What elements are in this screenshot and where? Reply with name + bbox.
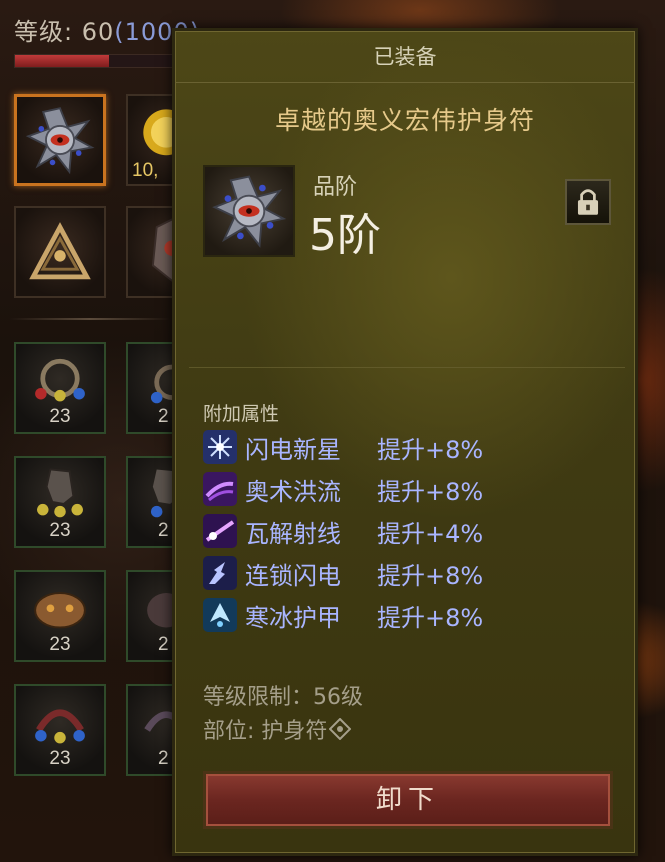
ice-armor-icon bbox=[203, 598, 237, 632]
affix-bonus: 提升+8% bbox=[377, 435, 484, 464]
slot-type-label: 部位: 护身符 bbox=[203, 719, 328, 744]
affix-bonus: 提升+4% bbox=[377, 519, 484, 548]
affix-row: 瓦解射线 提升+4% bbox=[203, 513, 483, 549]
stack-count: 23 bbox=[49, 406, 71, 427]
helm-slot-1[interactable]: 23 bbox=[14, 570, 106, 662]
equipped-header: 已装备 bbox=[175, 31, 635, 83]
affix-row: 闪电新星 提升+8% bbox=[203, 429, 483, 465]
experience-fill bbox=[15, 55, 109, 67]
affix-skill: 寒冰护甲 bbox=[245, 603, 341, 632]
affix-title: 附加属性 bbox=[203, 403, 280, 425]
affix-bonus: 提升+8% bbox=[377, 561, 484, 590]
affix-row: 连锁闪电 提升+8% bbox=[203, 555, 483, 591]
affix-skill: 连锁闪电 bbox=[245, 561, 341, 590]
ring-slot-1[interactable]: 23 bbox=[14, 342, 106, 434]
slot-type: 部位: 护身符 bbox=[203, 713, 352, 746]
unequip-button[interactable]: 卸下 bbox=[203, 771, 613, 829]
item-icon-frame bbox=[203, 165, 295, 257]
lightning-nova-icon bbox=[203, 430, 237, 464]
item-name: 卓越的奥义宏伟护身符 bbox=[274, 106, 535, 135]
lock-button[interactable] bbox=[565, 179, 611, 225]
section-divider bbox=[189, 367, 625, 368]
amulet-icon bbox=[212, 175, 287, 248]
stack-count: 23 bbox=[49, 520, 71, 541]
triangle-rune-icon bbox=[29, 222, 91, 280]
level-requirement: 等级限制：56级 bbox=[203, 685, 363, 710]
affix-skill: 瓦解射线 bbox=[245, 519, 341, 548]
bracer-slot-1[interactable]: 23 bbox=[14, 684, 106, 776]
stack-count: 23 bbox=[49, 634, 71, 655]
inventory-divider bbox=[10, 318, 170, 320]
affix-row: 寒冰护甲 提升+8% bbox=[203, 597, 483, 633]
amulet-icon bbox=[25, 107, 95, 175]
amulet-slot[interactable] bbox=[14, 94, 106, 186]
affix-skill: 奥术洪流 bbox=[245, 477, 341, 506]
affix-row: 奥术洪流 提升+8% bbox=[203, 471, 483, 507]
arcane-torrent-icon bbox=[203, 472, 237, 506]
item-tooltip: 已装备 卓越的奥义宏伟护身符 品阶 5阶 附加属性 闪电新星 提升+8% 奥术洪… bbox=[172, 28, 638, 856]
rune-slot[interactable] bbox=[14, 206, 106, 298]
affix-bonus: 提升+8% bbox=[377, 477, 484, 506]
amulet-slot-icon bbox=[328, 717, 352, 746]
gauntlet-slot-1[interactable]: 23 bbox=[14, 456, 106, 548]
affix-skill: 闪电新星 bbox=[245, 435, 341, 464]
level-label: 等级: 60 bbox=[14, 18, 115, 46]
stack-count: 23 bbox=[49, 748, 71, 769]
grade-label: 品阶 bbox=[313, 175, 358, 200]
grade-value: 5阶 bbox=[309, 210, 381, 261]
disintegrate-icon bbox=[203, 514, 237, 548]
chain-lightning-icon bbox=[203, 556, 237, 590]
affix-bonus: 提升+8% bbox=[377, 603, 484, 632]
gold-amount: 10, bbox=[132, 160, 159, 181]
lock-icon bbox=[577, 189, 599, 215]
